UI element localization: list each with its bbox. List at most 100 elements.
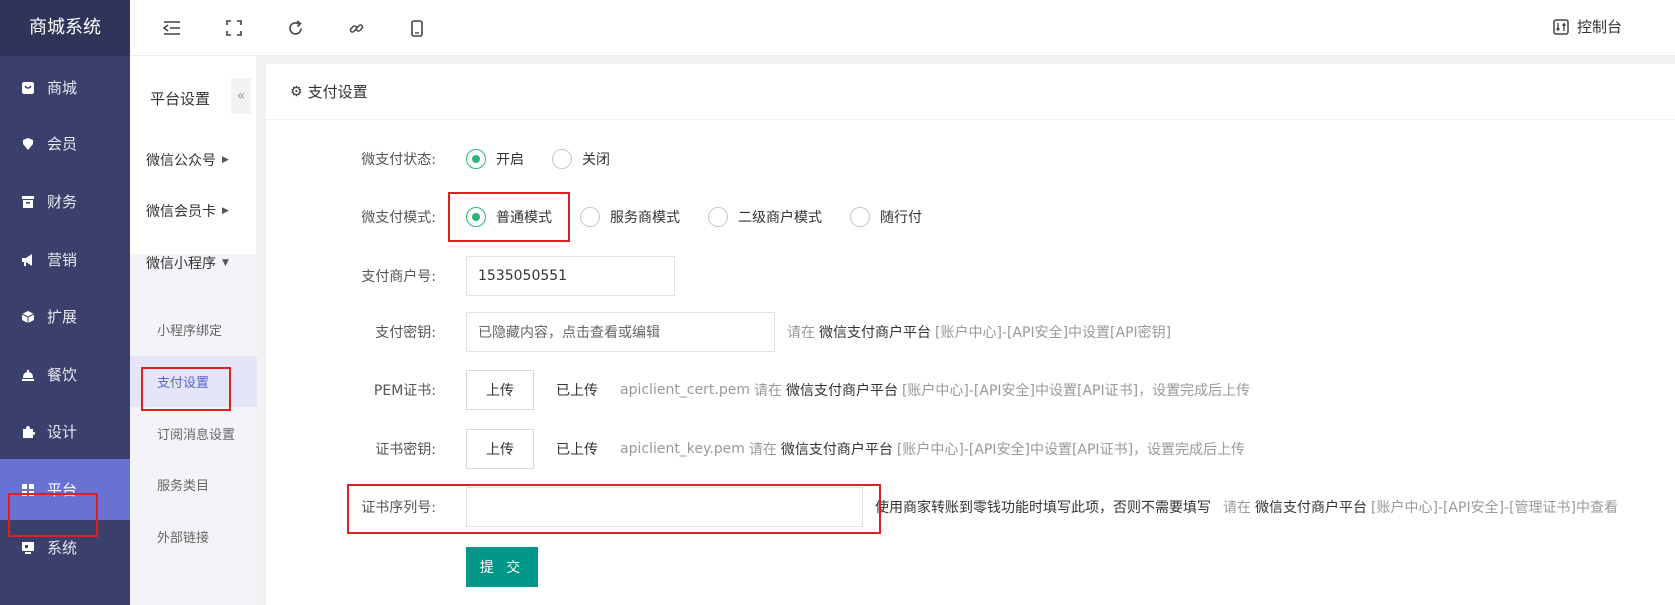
nav-item-label: 扩展 <box>47 308 78 326</box>
nav-item-shop[interactable]: 商城 <box>0 57 130 118</box>
radio-mode-service-provider[interactable]: 服务商模式 <box>580 207 680 227</box>
radio-label: 开启 <box>496 152 524 168</box>
console-button[interactable]: 控制台 <box>1553 16 1622 37</box>
payment-settings-card: ⚙ 支付设置 微支付状态: 开启 关闭 微支付模式: 普通模式 服务商模式 二级… <box>266 64 1675 605</box>
pem-control: 上传 已上传 apiclient_cert.pem 请在 微信支付商户平台 [账… <box>466 370 1250 410</box>
radio-circle <box>552 149 572 169</box>
serial-note: 使用商家转账到零钱功能时填写此项，否则不需要填写 <box>875 500 1211 516</box>
grid-icon <box>20 482 35 497</box>
member-tag-icon <box>20 136 35 151</box>
collapse-submenu-button[interactable]: « <box>231 78 251 114</box>
merchant-control: 1535050551 <box>466 256 675 296</box>
radio-mode-sub-merchant[interactable]: 二级商户模式 <box>708 207 822 227</box>
radio-mode-suixingfu[interactable]: 随行付 <box>850 207 922 227</box>
pem-file-name: apiclient_cert.pem <box>620 382 750 398</box>
monitor-icon <box>20 540 35 555</box>
card-title: 支付设置 <box>307 83 368 101</box>
submenu-item-label: 订阅消息设置 <box>157 428 236 443</box>
serial-help-post: [账户中心]-[API安全]-[管理证书]中查看 <box>1371 500 1619 516</box>
megaphone-icon <box>20 252 35 267</box>
nav-item-label: 系统 <box>47 539 78 557</box>
finance-box-icon <box>20 194 35 209</box>
submenu-group-label: 微信小程序 <box>146 256 216 272</box>
pem-uploaded-status: 已上传 <box>556 383 598 399</box>
serial-help-platform: 微信支付商户平台 <box>1255 500 1367 516</box>
link-icon[interactable] <box>344 16 368 40</box>
api-key-control: 已隐藏内容，点击查看或编辑 请在 微信支付商户平台 [账户中心]-[API安全]… <box>466 312 1171 352</box>
radio-circle <box>850 207 870 227</box>
submenu-item-external-link[interactable]: 外部链接 <box>130 511 257 562</box>
submenu-item-binding[interactable]: 小程序绑定 <box>130 304 257 355</box>
nav-item-finance[interactable]: 财务 <box>0 171 130 232</box>
cert-key-upload-button[interactable]: 上传 <box>466 429 534 469</box>
cert-serial-input[interactable] <box>466 487 863 527</box>
double-chevron-left-icon: « <box>236 88 246 104</box>
merchant-id-input[interactable]: 1535050551 <box>466 256 675 296</box>
merchant-label: 支付商户号: <box>361 269 436 285</box>
caret-down-icon: ▼ <box>222 258 229 268</box>
form-row-merchant: 支付商户号: 1535050551 <box>266 254 675 298</box>
nav-item-extend[interactable]: 扩展 <box>0 286 130 347</box>
submenu-group-label: 微信会员卡 <box>146 204 216 220</box>
nav-item-platform[interactable]: 平台 <box>0 459 130 520</box>
app-root: 商城系统 商城 会员 财务 营销 扩展 餐饮 设计 平台 系统 控制台 平台设置… <box>0 0 1675 605</box>
main-sidebar: 商城系统 商城 会员 财务 营销 扩展 餐饮 设计 平台 系统 <box>0 0 130 605</box>
refresh-icon[interactable] <box>283 16 307 40</box>
submit-control: 提 交 <box>466 547 538 587</box>
api-key-help-post: [账户中心]-[API安全]中设置[API密钥] <box>935 325 1172 341</box>
nav-item-dining[interactable]: 餐饮 <box>0 344 130 405</box>
status-radio-group: 开启 关闭 <box>466 149 638 169</box>
platform-submenu: 平台设置 « 微信公众号 ▶ 微信会员卡 ▶ 微信小程序 ▼ 小程序绑定 支付设… <box>130 56 257 605</box>
submenu-item-label: 支付设置 <box>157 376 210 391</box>
submit-button[interactable]: 提 交 <box>466 547 538 587</box>
cert-key-help-post: [账户中心]-[API安全]中设置[API证书]，设置完成后上传 <box>896 442 1246 458</box>
gear-icon: ⚙ <box>290 83 303 100</box>
submenu-group-wechat-official[interactable]: 微信公众号 ▶ <box>146 150 229 170</box>
radio-circle <box>580 207 600 227</box>
nav-item-member[interactable]: 会员 <box>0 113 130 174</box>
api-key-label: 支付密钥: <box>375 325 436 341</box>
nav-item-design[interactable]: 设计 <box>0 401 130 462</box>
serial-control: 使用商家转账到零钱功能时填写此项，否则不需要填写 请在 微信支付商户平台 [账户… <box>466 487 1618 527</box>
radio-mode-normal[interactable]: 普通模式 <box>466 207 552 227</box>
radio-label: 服务商模式 <box>610 210 680 226</box>
nav-item-label: 餐饮 <box>47 366 78 384</box>
radio-circle <box>466 207 486 227</box>
puzzle-icon <box>20 424 35 439</box>
nav-item-label: 会员 <box>47 135 78 153</box>
form-row-pem: PEM证书: 上传 已上传 apiclient_cert.pem 请在 微信支付… <box>266 368 1250 412</box>
submenu-item-subscribe[interactable]: 订阅消息设置 <box>130 408 257 459</box>
serial-help-pre: 请在 <box>1223 500 1251 516</box>
submenu-item-payment[interactable]: 支付设置 <box>130 356 257 407</box>
caret-right-icon: ▶ <box>222 206 229 216</box>
api-key-help-pre: 请在 <box>787 325 815 341</box>
radio-status-off[interactable]: 关闭 <box>552 149 610 169</box>
cube-icon <box>20 309 35 324</box>
console-label: 控制台 <box>1577 18 1623 36</box>
form-row-cert-key: 证书密钥: 上传 已上传 apiclient_key.pem 请在 微信支付商户… <box>266 427 1245 471</box>
console-sliders-icon <box>1553 18 1569 35</box>
cert-key-uploaded-status: 已上传 <box>556 442 598 458</box>
radio-status-on[interactable]: 开启 <box>466 149 524 169</box>
mobile-preview-icon[interactable] <box>405 16 429 40</box>
fullscreen-icon[interactable] <box>222 16 246 40</box>
nav-item-marketing[interactable]: 营销 <box>0 229 130 290</box>
submenu-item-category[interactable]: 服务类目 <box>130 459 257 510</box>
cert-key-help-platform: 微信支付商户平台 <box>780 442 893 458</box>
submenu-group-label: 微信公众号 <box>146 153 216 169</box>
pem-upload-button[interactable]: 上传 <box>466 370 534 410</box>
api-key-input[interactable]: 已隐藏内容，点击查看或编辑 <box>466 312 775 352</box>
form-row-api-key: 支付密钥: 已隐藏内容，点击查看或编辑 请在 微信支付商户平台 [账户中心]-[… <box>266 310 1171 354</box>
nav-item-label: 营销 <box>47 251 78 269</box>
menu-toggle-icon[interactable] <box>160 16 184 40</box>
nav-item-system[interactable]: 系统 <box>0 517 130 578</box>
radio-label: 二级商户模式 <box>738 210 822 226</box>
radio-circle <box>708 207 728 227</box>
serial-label: 证书序列号: <box>361 500 436 516</box>
form-row-status: 微支付状态: 开启 关闭 <box>266 137 610 181</box>
shop-bag-icon <box>20 80 35 95</box>
pem-label: PEM证书: <box>373 383 436 399</box>
card-header: ⚙ 支付设置 <box>266 64 1675 120</box>
submenu-group-wechat-card[interactable]: 微信会员卡 ▶ <box>146 201 229 221</box>
submenu-group-mini-program[interactable]: 微信小程序 ▼ <box>146 253 229 273</box>
